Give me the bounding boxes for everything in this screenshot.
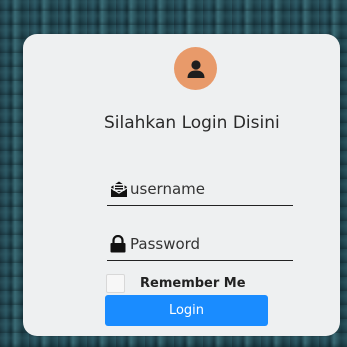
- envelope-open-icon: [109, 179, 129, 199]
- remember-me[interactable]: Remember Me: [106, 274, 246, 293]
- remember-me-checkbox[interactable]: [106, 274, 125, 293]
- login-button[interactable]: Login: [105, 295, 268, 326]
- password-field[interactable]: [107, 227, 293, 261]
- username-input[interactable]: [130, 179, 280, 198]
- user-icon: [186, 59, 206, 79]
- remember-me-label[interactable]: Remember Me: [140, 276, 246, 291]
- password-input[interactable]: [130, 234, 280, 253]
- login-title: Silahkan Login Disini: [104, 113, 280, 133]
- avatar: [174, 47, 217, 90]
- username-field[interactable]: [107, 172, 293, 206]
- login-card: Silahkan Login Disini Remember Me Login: [23, 34, 340, 336]
- lock-icon: [109, 234, 129, 254]
